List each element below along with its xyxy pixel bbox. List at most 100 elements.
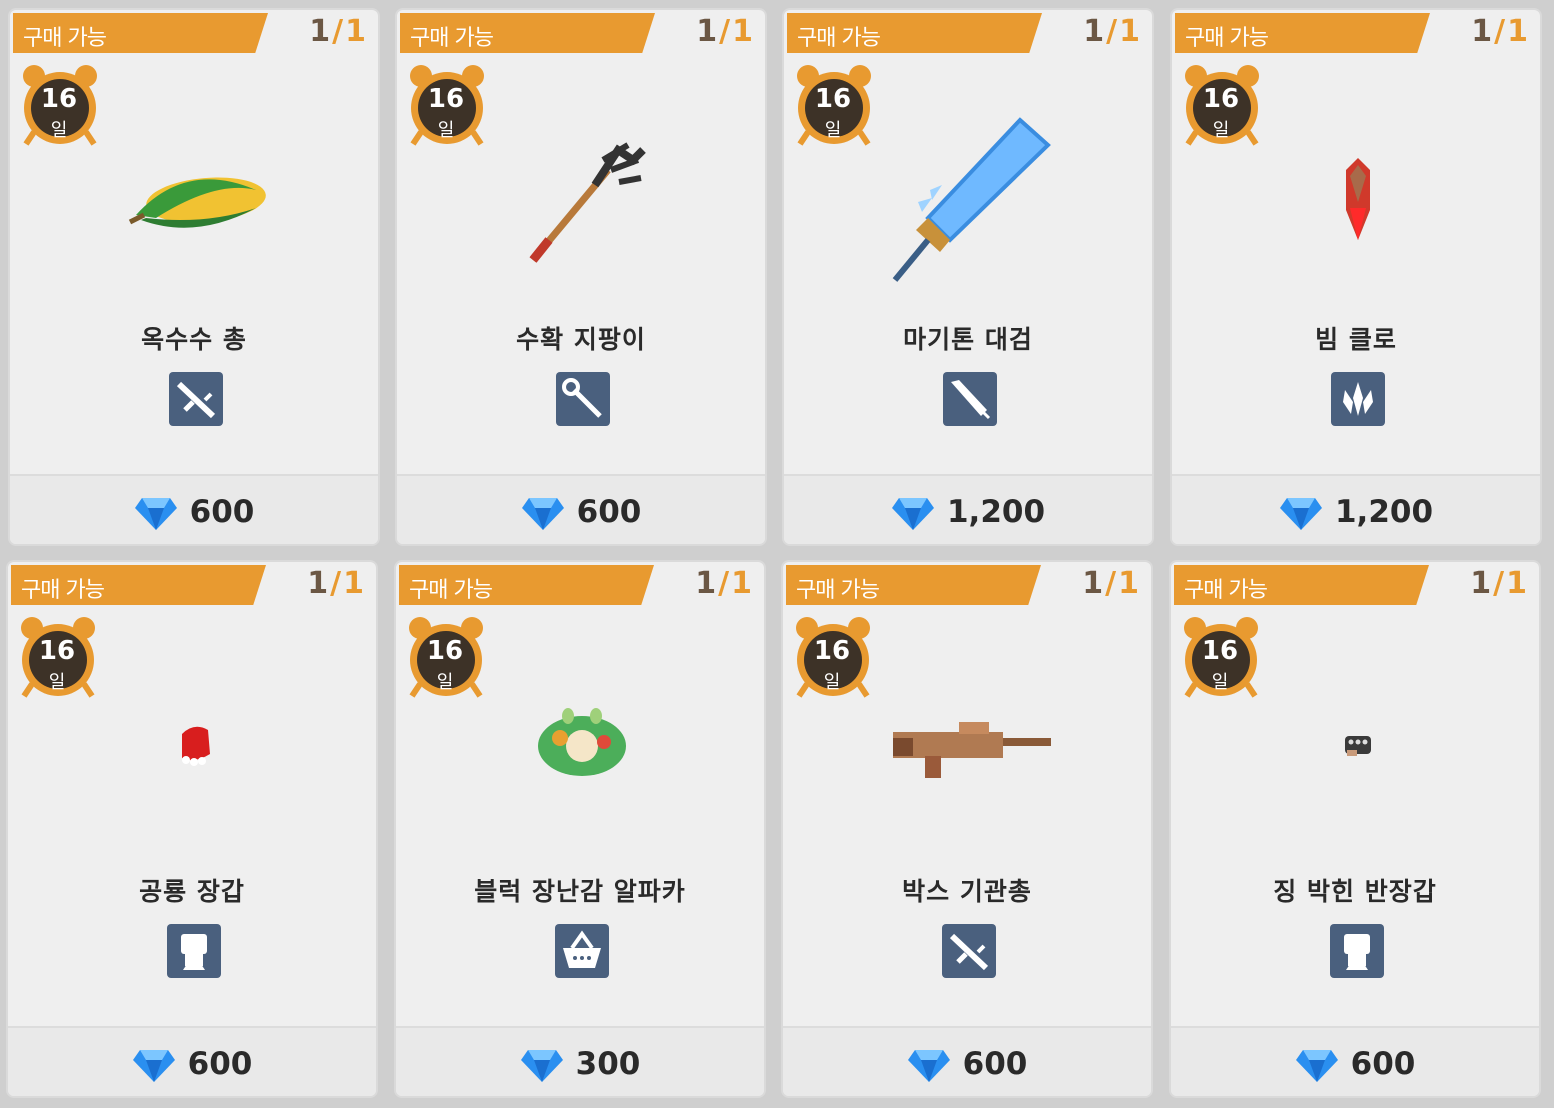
box-machinegun-icon	[893, 722, 1051, 778]
staff-icon	[556, 372, 610, 426]
alarm-clock-icon: 16 일	[1182, 62, 1262, 148]
price-area[interactable]: 600	[397, 490, 765, 534]
status-label: 구매 가능	[21, 578, 105, 603]
shop-card[interactable]: 구매 가능 1/1 16 일 수확 지팡이 600	[395, 8, 767, 546]
status-label: 구매 가능	[1184, 578, 1268, 603]
rake-staff-icon	[529, 142, 646, 263]
purchasable-banner: 구매 가능	[399, 565, 654, 605]
rifle-icon	[942, 924, 996, 978]
alarm-clock-icon: 16 일	[18, 614, 98, 700]
diamond-gem-icon	[521, 498, 564, 530]
days-unit: 일	[1212, 120, 1230, 141]
price-area[interactable]: 600	[10, 490, 378, 534]
shop-card[interactable]: 구매 가능 1/1 16 일 징 박힌 반장갑 600	[1169, 560, 1541, 1098]
price: 300	[575, 1046, 641, 1082]
shop-card[interactable]: 구매 가능 1/1 16 일 마기톤 대검 1,200	[782, 8, 1154, 546]
price: 600	[187, 1046, 253, 1082]
days-remaining: 16	[1201, 636, 1239, 666]
sword-icon	[943, 372, 997, 426]
price: 1,200	[946, 494, 1046, 530]
beam-claw-icon	[1346, 158, 1370, 240]
status-label: 구매 가능	[23, 26, 107, 51]
status-label: 구매 가능	[410, 26, 494, 51]
alarm-clock-icon: 16 일	[20, 62, 100, 148]
purchasable-banner: 구매 가능	[787, 13, 1042, 53]
price: 600	[962, 1046, 1028, 1082]
stock-counter: 1/1	[309, 14, 366, 49]
diamond-gem-icon	[907, 1050, 950, 1082]
status-label: 구매 가능	[796, 578, 880, 603]
days-unit: 일	[48, 672, 66, 693]
shop-grid: 구매 가능 1/1 16 일 옥수수 총 600 구매 가능 1/1 16 일	[0, 0, 1554, 1108]
price-area[interactable]: 600	[783, 1042, 1151, 1086]
fist-icon	[1330, 924, 1384, 978]
item-name: 빔 클로	[1315, 325, 1397, 354]
diamond-gem-icon	[1295, 1050, 1338, 1082]
stock-counter: 1/1	[1470, 566, 1527, 601]
days-unit: 일	[50, 120, 68, 141]
stock-counter: 1/1	[1471, 14, 1528, 49]
stock-counter: 1/1	[307, 566, 364, 601]
days-remaining: 16	[1202, 84, 1240, 114]
diamond-gem-icon	[132, 1050, 175, 1082]
diamond-gem-icon	[891, 498, 934, 530]
item-name: 수확 지팡이	[516, 325, 646, 354]
item-name: 마기톤 대검	[903, 325, 1033, 354]
price: 600	[576, 494, 642, 530]
alarm-clock-icon: 16 일	[407, 62, 487, 148]
days-remaining: 16	[38, 636, 76, 666]
alarm-clock-icon: 16 일	[1181, 614, 1261, 700]
fist-icon	[167, 924, 221, 978]
status-label: 구매 가능	[797, 26, 881, 51]
item-name: 박스 기관총	[902, 877, 1032, 906]
studded-glove-icon	[1345, 736, 1371, 756]
days-unit: 일	[823, 672, 841, 693]
alarm-clock-icon: 16 일	[793, 614, 873, 700]
item-name: 징 박힌 반장갑	[1273, 877, 1437, 906]
item-name: 옥수수 총	[141, 325, 247, 354]
purchasable-banner: 구매 가능	[1174, 565, 1429, 605]
purchasable-banner: 구매 가능	[11, 565, 266, 605]
stock-counter: 1/1	[695, 566, 752, 601]
corn-gun-icon	[128, 177, 266, 228]
alpaca-toy-icon	[538, 708, 626, 776]
price: 600	[1350, 1046, 1416, 1082]
days-unit: 일	[437, 120, 455, 141]
shop-card[interactable]: 구매 가능 1/1 16 일 옥수수 총 600	[8, 8, 380, 546]
price-area[interactable]: 600	[1171, 1042, 1539, 1086]
purchasable-banner: 구매 가능	[13, 13, 268, 53]
days-unit: 일	[436, 672, 454, 693]
shop-card[interactable]: 구매 가능 1/1 16 일 박스 기관총 600	[781, 560, 1153, 1098]
alarm-clock-icon: 16 일	[406, 614, 486, 700]
stock-counter: 1/1	[696, 14, 753, 49]
claw-icon	[1331, 372, 1385, 426]
diamond-gem-icon	[520, 1050, 563, 1082]
price-area[interactable]: 600	[8, 1042, 376, 1086]
alarm-clock-icon: 16 일	[794, 62, 874, 148]
days-remaining: 16	[813, 636, 851, 666]
shop-card[interactable]: 구매 가능 1/1 16 일 공룡 장갑 600	[6, 560, 378, 1098]
status-label: 구매 가능	[1185, 26, 1269, 51]
days-unit: 일	[1211, 672, 1229, 693]
shop-card[interactable]: 구매 가능 1/1 16 일 빔 클로 1,200	[1170, 8, 1542, 546]
purchasable-banner: 구매 가능	[1175, 13, 1430, 53]
days-remaining: 16	[814, 84, 852, 114]
price-area[interactable]: 1,200	[784, 490, 1152, 534]
stock-counter: 1/1	[1082, 566, 1139, 601]
shop-card[interactable]: 구매 가능 1/1 16 일 블럭 장난감 알파카 300	[394, 560, 766, 1098]
purchasable-banner: 구매 가능	[786, 565, 1041, 605]
days-remaining: 16	[427, 84, 465, 114]
diamond-gem-icon	[134, 498, 177, 530]
price-area[interactable]: 1,200	[1172, 490, 1540, 534]
purchasable-banner: 구매 가능	[400, 13, 655, 53]
days-remaining: 16	[426, 636, 464, 666]
rifle-icon	[169, 372, 223, 426]
dino-glove-icon	[182, 726, 210, 766]
price: 600	[189, 494, 255, 530]
item-name: 공룡 장갑	[139, 877, 245, 906]
stock-counter: 1/1	[1083, 14, 1140, 49]
price: 1,200	[1334, 494, 1434, 530]
price-area[interactable]: 300	[396, 1042, 764, 1086]
diamond-gem-icon	[1279, 498, 1322, 530]
status-label: 구매 가능	[409, 578, 493, 603]
